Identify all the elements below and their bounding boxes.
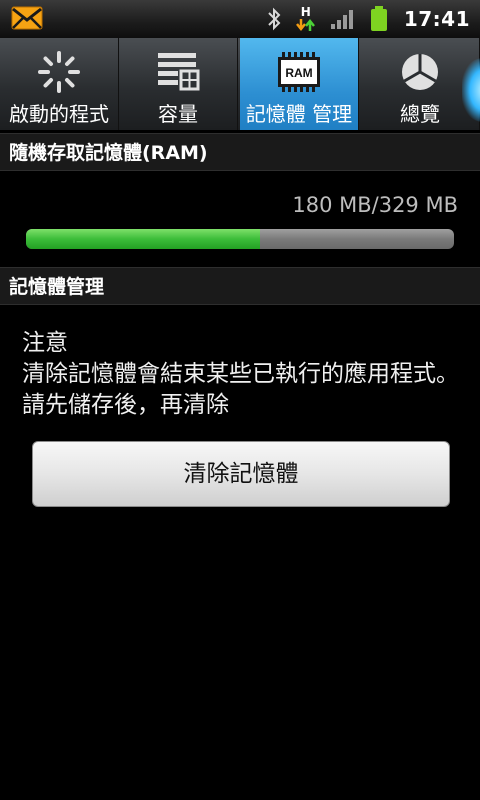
notice-body: 清除記憶體會結束某些已執行的應用程式。請先儲存後，再清除 <box>22 361 459 418</box>
tab-running-apps[interactable]: 啟動的程式 <box>0 38 119 130</box>
signal-icon <box>330 8 356 30</box>
memory-management-header: 記憶體管理 <box>0 267 480 305</box>
tab-bar: 啟動的程式 容量 RAM 記憶體 管理 總覽 <box>0 38 480 130</box>
status-bar: H 17:41 <box>0 0 480 39</box>
data-transfer-icon: H <box>295 5 316 32</box>
bluetooth-icon <box>266 7 282 31</box>
tab-label: 記憶體 管理 <box>245 102 353 126</box>
tab-memory-management[interactable]: RAM 記憶體 管理 <box>240 38 359 130</box>
notice-text: 注意 清除記憶體會結束某些已執行的應用程式。請先儲存後，再清除 <box>22 328 466 421</box>
ram-usage-bar <box>26 229 454 249</box>
ram-usage-text: 180 MB/329 MB <box>292 193 458 217</box>
mail-icon[interactable] <box>11 6 43 34</box>
ram-section-header: 隨機存取記憶體(RAM) <box>0 133 480 171</box>
battery-icon <box>370 6 388 32</box>
spinner-icon <box>0 50 118 94</box>
status-clock: 17:41 <box>403 7 470 31</box>
tab-label: 容量 <box>158 102 198 126</box>
ram-icon: RAM <box>240 50 358 94</box>
clear-memory-button[interactable]: 清除記憶體 <box>32 441 450 507</box>
tab-storage[interactable]: 容量 <box>119 38 238 130</box>
notice-title: 注意 <box>22 330 68 356</box>
tab-label: 啟動的程式 <box>9 102 109 126</box>
storage-icon <box>119 50 237 94</box>
network-type-label: H <box>300 5 311 19</box>
ram-usage-fill <box>26 229 261 249</box>
ram-icon-text: RAM <box>285 66 312 80</box>
